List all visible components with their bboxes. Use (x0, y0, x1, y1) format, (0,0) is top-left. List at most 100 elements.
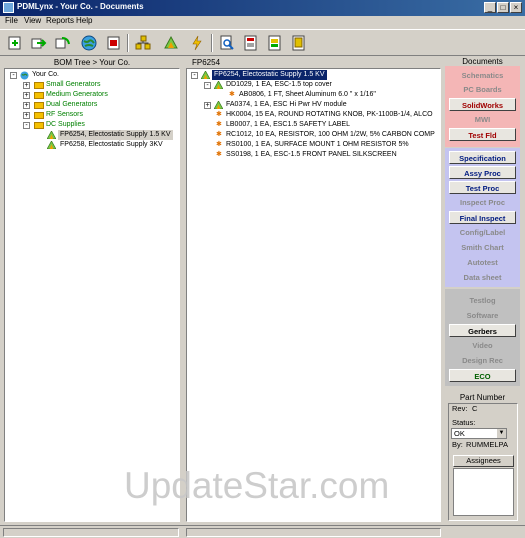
tree-node-dc-supplies[interactable]: DC Supplies (46, 120, 85, 130)
final-inspect-button[interactable]: Final Inspect (449, 211, 516, 224)
menu-file[interactable]: File (5, 16, 18, 25)
folder-icon (34, 112, 44, 119)
gerbers-button[interactable]: Gerbers (449, 324, 516, 337)
tree-icon[interactable] (162, 34, 180, 52)
video-button[interactable]: Video (449, 339, 516, 352)
testlog-button[interactable]: Testlog (449, 294, 516, 307)
close-button[interactable]: × (510, 2, 522, 13)
test-fld-button[interactable]: Test Fld (449, 128, 516, 141)
test-proc-button[interactable]: Test Proc (449, 181, 516, 194)
refresh-icon[interactable] (54, 34, 72, 52)
smith-chart-button[interactable]: Smith Chart (449, 241, 516, 254)
bom-detail-pane[interactable]: - FP6254, Electostatic Supply 1.5 KV - D… (186, 68, 441, 522)
expand-toggle[interactable]: + (23, 102, 30, 109)
report-icon[interactable] (242, 34, 260, 52)
assignees-list[interactable] (453, 468, 514, 516)
assembly-icon (214, 81, 223, 89)
export-icon[interactable] (266, 34, 284, 52)
software-button[interactable]: Software (449, 309, 516, 322)
config-label-button[interactable]: Config/Label (449, 226, 516, 239)
design-rec-button[interactable]: Design Rec (449, 354, 516, 367)
bom-tree-pane[interactable]: - Your Co. + Small Generators + Medium G… (4, 68, 180, 522)
part-icon: ✱ (216, 121, 222, 128)
bom-node-fa0374[interactable]: FA0374, 1 EA, ESC Hi Pwr HV module (226, 100, 347, 110)
tree-node-your-co[interactable]: Your Co. (32, 70, 59, 80)
tree-node-fp6254[interactable]: FP6254, Electostatic Supply 1.5 KV (58, 130, 173, 140)
status-label: Status: (452, 418, 476, 427)
bom-icon[interactable] (134, 34, 152, 52)
collapse-toggle[interactable]: - (10, 72, 17, 79)
part-icon: ✱ (216, 131, 222, 138)
collapse-toggle[interactable]: - (191, 72, 198, 79)
status-value: OK (454, 429, 465, 438)
assembly-icon (47, 131, 56, 139)
new-item-icon[interactable] (6, 34, 24, 52)
tree-node-medium-generators[interactable]: Medium Generators (46, 90, 108, 100)
search-icon[interactable] (218, 34, 236, 52)
menu-bar: File View Reports Help (0, 16, 525, 28)
menu-view[interactable]: View (24, 16, 41, 25)
part-icon: ✱ (216, 151, 222, 158)
specification-button[interactable]: Specification (449, 151, 516, 164)
toolbar (0, 29, 525, 56)
tree-node-dual-generators[interactable]: Dual Generators (46, 100, 97, 110)
rev-value: C (472, 404, 478, 413)
app-icon[interactable] (3, 2, 14, 13)
expand-toggle[interactable]: + (23, 82, 30, 89)
assignees-button[interactable]: Assignees (453, 455, 514, 467)
status-select[interactable]: OK ▼ (451, 428, 507, 439)
bom-node-dd1029[interactable]: DD1029, 1 EA, ESC-1.5 top cover (226, 80, 332, 90)
collapse-toggle[interactable]: - (204, 82, 211, 89)
print-icon[interactable] (290, 34, 308, 52)
watermark: UpdateStar.com (124, 465, 390, 506)
forward-icon[interactable] (30, 34, 48, 52)
expand-toggle[interactable]: + (23, 112, 30, 119)
pc-boards-button[interactable]: PC Boards (449, 83, 516, 96)
collapse-toggle[interactable]: - (23, 122, 30, 129)
tree-node-fp6258[interactable]: FP6258, Electostatic Supply 3KV (60, 140, 163, 150)
bom-node-ab0806[interactable]: AB0806, 1 FT, Sheet Aluminum 6.0 " x 1/1… (239, 90, 376, 100)
tree-node-small-generators[interactable]: Small Generators (46, 80, 100, 90)
chevron-down-icon[interactable]: ▼ (497, 429, 506, 438)
menu-reports[interactable]: Reports (46, 16, 74, 25)
status-pane-left (3, 528, 179, 537)
globe-icon[interactable] (80, 34, 98, 52)
autotest-button[interactable]: Autotest (449, 256, 516, 269)
schematics-button[interactable]: Schematics (449, 69, 516, 82)
toolbar-separator (211, 34, 213, 52)
mwi-button[interactable]: MWI (449, 113, 516, 126)
bom-node-hk0004[interactable]: HK0004, 15 EA, ROUND ROTATING KNOB, PK-1… (226, 110, 433, 120)
eco-button[interactable]: ECO (449, 369, 516, 382)
bom-node-lb0007[interactable]: LB0007, 1 EA, ESC1.5 SAFETY LABEL (226, 120, 350, 130)
maximize-button[interactable]: □ (497, 2, 509, 13)
assembly-icon (201, 71, 210, 79)
bom-node-fp6254[interactable]: FP6254, Electostatic Supply 1.5 KV (212, 70, 327, 80)
folder-icon (34, 92, 44, 99)
rev-label: Rev: (452, 404, 468, 413)
globe-icon (20, 71, 29, 80)
expand-toggle[interactable]: + (204, 102, 211, 109)
bom-node-rc1012[interactable]: RC1012, 10 EA, RESISTOR, 100 OHM 1/2W, 5… (226, 130, 435, 140)
status-pane-center (186, 528, 441, 537)
delete-icon[interactable] (105, 34, 123, 52)
inspect-proc-button[interactable]: Inspect Proc (449, 196, 516, 209)
tree-node-rf-sensors[interactable]: RF Sensors (46, 110, 83, 120)
menu-help[interactable]: Help (76, 16, 92, 25)
data-sheet-button[interactable]: Data sheet (449, 271, 516, 284)
minimize-button[interactable]: _ (484, 2, 496, 13)
by-value: RUMMELPA (466, 440, 508, 449)
bom-node-ss0198[interactable]: SS0198, 1 EA, ESC-1.5 FRONT PANEL SILKSC… (226, 150, 397, 160)
window-title: PDMLynx - Your Co. - Documents (17, 2, 144, 11)
part-icon: ✱ (229, 91, 235, 98)
toolbar-separator (127, 34, 129, 52)
part-icon: ✱ (216, 111, 222, 118)
assy-proc-button[interactable]: Assy Proc (449, 166, 516, 179)
by-label: By: (452, 440, 463, 449)
expand-toggle[interactable]: + (23, 92, 30, 99)
lightning-icon[interactable] (188, 34, 206, 52)
bom-node-rs0100[interactable]: RS0100, 1 EA, SURFACE MOUNT 1 OHM RESIST… (226, 140, 409, 150)
part-number-header: Part Number (459, 393, 506, 402)
part-icon: ✱ (216, 141, 222, 148)
folder-icon (34, 102, 44, 109)
solidworks-button[interactable]: SolidWorks (449, 98, 516, 111)
